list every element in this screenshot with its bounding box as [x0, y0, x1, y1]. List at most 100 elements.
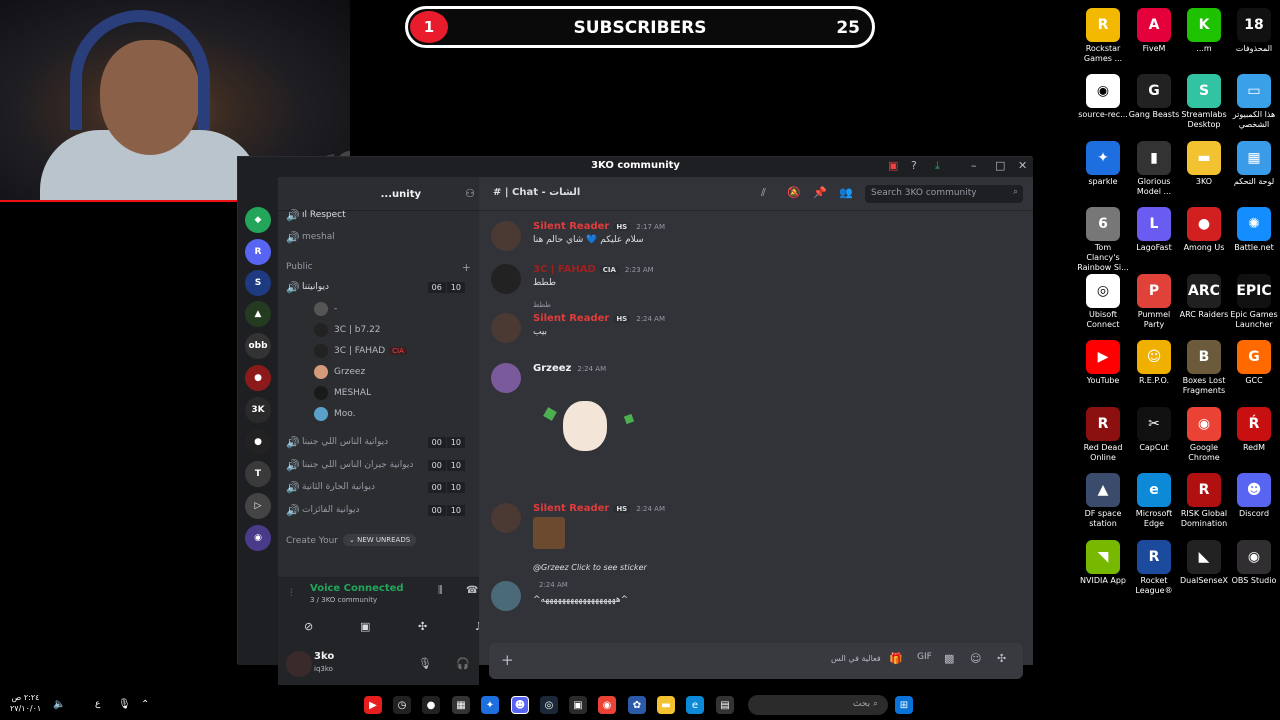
server-icon[interactable]: T [245, 461, 271, 487]
message-input[interactable]: + فعالية في الس 🎁 GIF ▩ ☺ ✣ [489, 643, 1023, 679]
record-icon[interactable]: ● [422, 696, 440, 714]
minimize-button[interactable]: – [971, 159, 977, 172]
server-icon[interactable]: ◆ [245, 207, 271, 233]
desktop-icon[interactable]: ▲ DF space station [1077, 473, 1129, 529]
author-name[interactable]: Silent Reader [533, 313, 609, 324]
desktop-icon[interactable]: R Rocket League® [1128, 540, 1180, 596]
emoji-icon[interactable]: ☺ [970, 652, 981, 665]
sparkle-icon[interactable]: ✦ [481, 696, 499, 714]
search-input[interactable]: Search 3KO community ⌕ [865, 185, 1023, 203]
desktop-icon[interactable]: ☻ Discord [1228, 473, 1280, 519]
notification-icon[interactable]: 🔕 [787, 186, 801, 199]
desktop-icon[interactable]: ▦ لوحة التحكم [1228, 141, 1280, 187]
inbox-icon[interactable]: ▣ [888, 159, 898, 172]
add-channel-icon[interactable]: + [462, 261, 471, 274]
desktop-icon[interactable]: ▬ 3KO [1178, 141, 1230, 187]
desktop-icon[interactable]: ◥ NVIDIA App [1077, 540, 1129, 586]
language-indicator[interactable]: ع [95, 699, 100, 709]
voice-status[interactable]: Voice Connected [310, 583, 404, 594]
apps-icon[interactable]: ✣ [997, 652, 1006, 665]
activities-icon[interactable]: ✣ [418, 620, 427, 633]
avatar[interactable] [491, 221, 521, 251]
desktop-icon[interactable]: ▭ هذا الكمبيوتر الشخصي [1228, 74, 1280, 130]
server-icon[interactable]: ▷ [245, 493, 271, 519]
desktop-icon[interactable]: L LagoFast [1128, 207, 1180, 253]
server-icon[interactable]: ● [245, 429, 271, 455]
youtube-icon[interactable]: ▶ [364, 696, 382, 714]
desktop-icon[interactable]: ● Among Us [1178, 207, 1230, 253]
desktop-icon[interactable]: e Microsoft Edge [1128, 473, 1180, 529]
gif-icon[interactable]: GIF [917, 652, 932, 662]
server-icon[interactable]: ● [245, 365, 271, 391]
help-icon[interactable]: ? [911, 159, 917, 172]
desktop-icon[interactable]: ◣ DualSenseX [1178, 540, 1230, 586]
voice-channel[interactable]: 🔊 ديوانية الفائزات 00 10 [286, 500, 471, 520]
volume-icon[interactable]: 🔈 [53, 699, 65, 710]
steam-icon[interactable]: ◎ [540, 696, 558, 714]
app-icon[interactable]: ✿ [628, 696, 646, 714]
author-name[interactable]: Grzeez [533, 363, 571, 374]
server-icon[interactable]: obb [245, 333, 271, 359]
clock[interactable]: ٢:٢٤ ص ٢٧/١٠/٠١ [10, 692, 41, 714]
noise-suppression-icon[interactable]: ⫼ [438, 585, 443, 596]
disconnect-icon[interactable]: ☎ [466, 585, 478, 596]
microphone-icon[interactable]: 🎙 [118, 699, 131, 710]
screen-share-icon[interactable]: ▣ [360, 620, 370, 633]
desktop-icon[interactable]: ◉ OBS Studio [1228, 540, 1280, 586]
add-attachment-icon[interactable]: + [501, 651, 514, 669]
start-icon[interactable]: ⊞ [895, 696, 913, 714]
desktop-icon[interactable]: ◎ Ubisoft Connect [1077, 274, 1129, 330]
attachment-image[interactable] [533, 517, 565, 549]
sticker[interactable] [535, 393, 635, 473]
store-icon[interactable]: ▣ [569, 696, 587, 714]
threads-icon[interactable]: ⫽ [761, 186, 766, 200]
avatar[interactable] [491, 313, 521, 343]
headphones-icon[interactable]: 🎧 [456, 657, 470, 670]
discord-icon[interactable]: ☻ [511, 696, 529, 714]
category-public[interactable]: Public [286, 257, 313, 277]
author-name[interactable]: 3C | FAHAD [533, 264, 596, 275]
pin-icon[interactable]: 📌 [813, 186, 827, 199]
close-button[interactable]: ✕ [1018, 159, 1027, 172]
voice-user[interactable]: MESHAL [314, 384, 371, 402]
avatar[interactable] [491, 363, 521, 393]
avatar[interactable] [286, 651, 312, 677]
voice-user[interactable]: Moo. [314, 405, 355, 423]
avatar[interactable] [491, 503, 521, 533]
desktop-icon[interactable]: EPIC Epic Games Launcher [1228, 274, 1280, 330]
gift-icon[interactable]: 🎁 [889, 652, 903, 665]
voice-user[interactable]: 3C | b7.22 [314, 321, 381, 339]
camera-off-icon[interactable]: ⊘ [304, 620, 313, 633]
chevron-up-icon[interactable]: ⌃ [141, 699, 149, 710]
add-member-icon[interactable]: ⚇ [465, 187, 475, 200]
avatar[interactable] [491, 264, 521, 294]
server-icon[interactable]: ▲ [245, 301, 271, 327]
reply-preview[interactable]: @Grzeez Click to see sticker [533, 563, 647, 572]
desktop-icon[interactable]: ✦ sparkle [1077, 141, 1129, 187]
reply-preview[interactable]: ططط [533, 301, 551, 309]
desktop-icon[interactable]: R Rockstar Games ... [1077, 8, 1129, 64]
microphone-icon[interactable]: 🎙 [418, 657, 432, 670]
maximize-button[interactable]: □ [995, 159, 1005, 172]
desktop-icon[interactable]: 6 Tom Clancy's Rainbow Si... [1077, 207, 1129, 273]
new-unreads-pill[interactable]: ⌄ NEW UNREADS [343, 534, 417, 546]
desktop-icon[interactable]: ◉ source-rec... [1077, 74, 1129, 120]
server-icon[interactable]: 3K [245, 397, 271, 423]
app-icon[interactable]: ▤ [716, 696, 734, 714]
file-explorer-icon[interactable]: ▬ [657, 696, 675, 714]
desktop-icon[interactable]: K ...m [1178, 8, 1230, 54]
server-icon[interactable]: S [245, 270, 271, 296]
channel-item[interactable]: 🔊 meshal [286, 227, 335, 247]
desktop-icon[interactable]: ▮ Glorious Model ... [1128, 141, 1180, 197]
voice-channel-main[interactable]: 🔊 ديوانيتنا 06 10 [286, 277, 471, 297]
download-icon[interactable]: ⤓ [935, 159, 940, 173]
edge-icon[interactable]: e [686, 696, 704, 714]
desktop-icon[interactable]: ☺ R.E.P.O. [1128, 340, 1180, 386]
author-name[interactable]: Silent Reader [533, 221, 609, 232]
member-list-icon[interactable]: 👥 [839, 186, 853, 199]
voice-user[interactable]: 3C | FAHAD CIA [314, 342, 407, 360]
desktop-icon[interactable]: G GCC [1228, 340, 1280, 386]
desktop-icon[interactable]: R RISK Global Domination [1178, 473, 1230, 529]
desktop-icon[interactable]: 18 المحذوفات [1228, 8, 1280, 54]
desktop-icon[interactable]: ◉ Google Chrome [1178, 407, 1230, 463]
